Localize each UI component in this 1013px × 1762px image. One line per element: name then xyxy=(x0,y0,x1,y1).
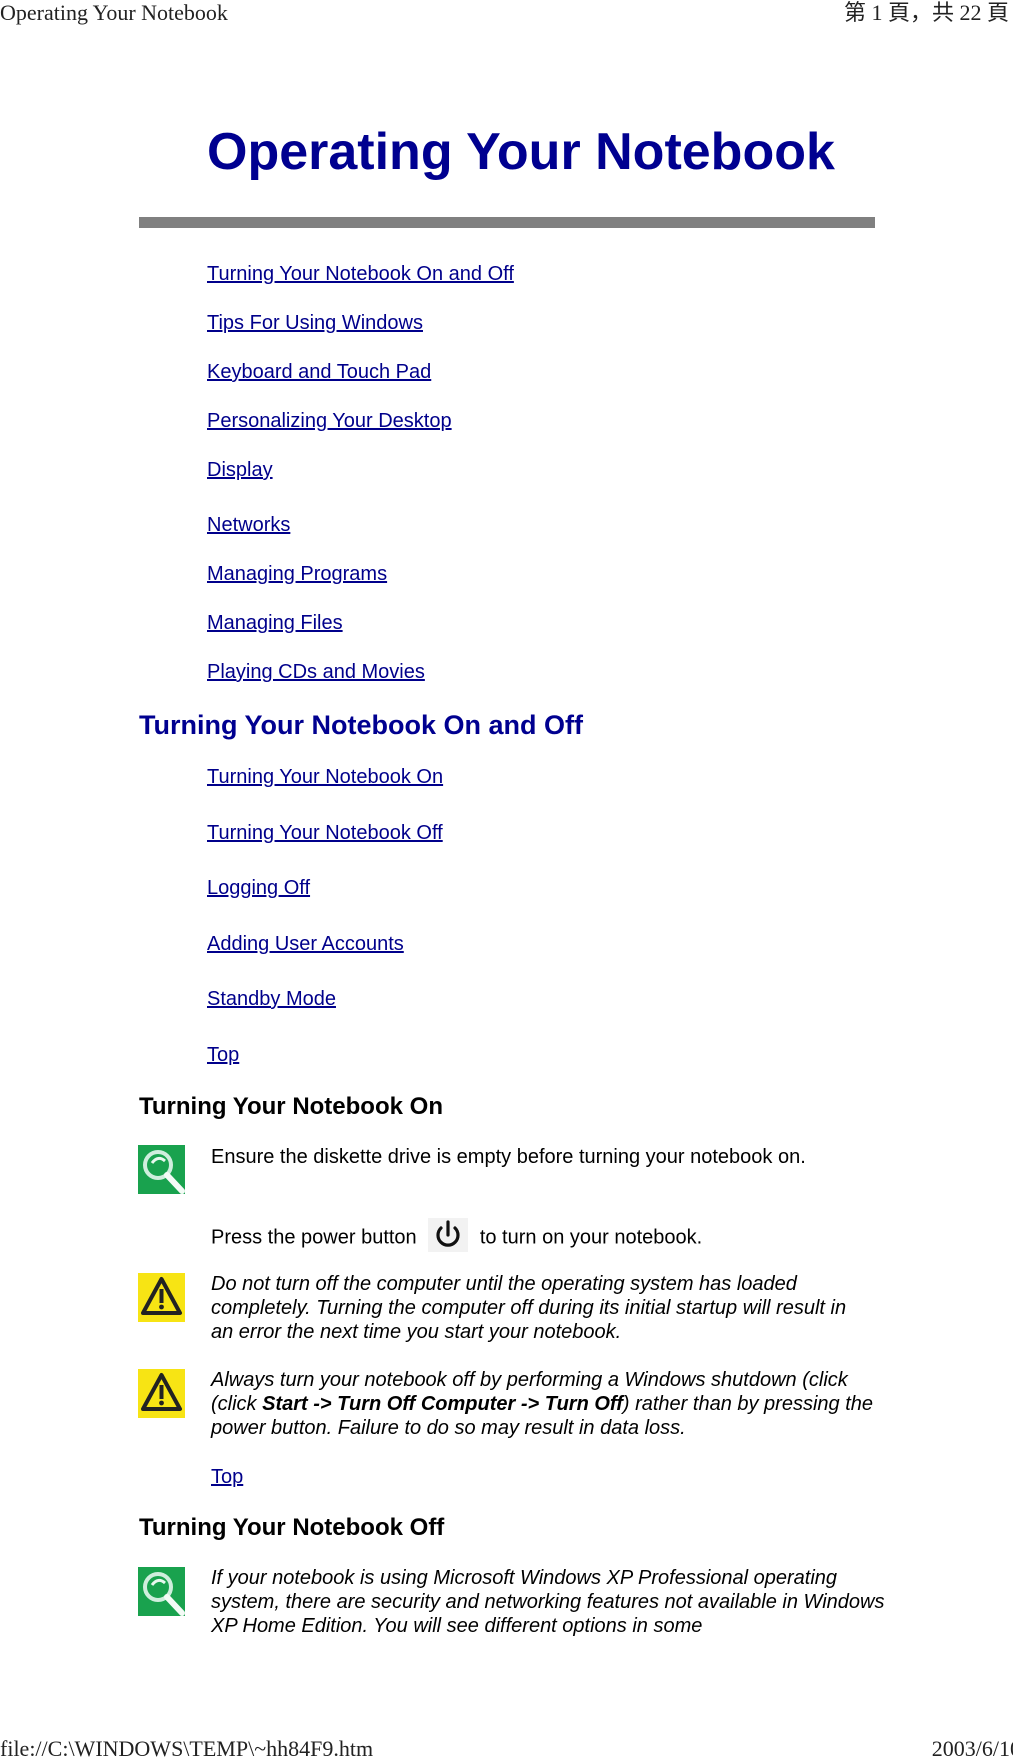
print-header-title: Operating Your Notebook xyxy=(0,0,228,25)
section-heading-turning-on: Turning Your Notebook On xyxy=(139,1093,443,1120)
power-text-before: Press the power button xyxy=(211,1226,417,1249)
print-footer-file-path: file://C:\WINDOWS\TEMP\~hh84F9.htm xyxy=(0,1736,374,1761)
page-title: Operating Your Notebook xyxy=(207,123,835,181)
toc-link-cds-movies[interactable]: Playing CDs and Movies xyxy=(207,660,425,684)
link-turning-off[interactable]: Turning Your Notebook Off xyxy=(207,821,443,845)
warning-icon xyxy=(138,1273,185,1322)
link-turning-on[interactable]: Turning Your Notebook On xyxy=(207,765,443,789)
warning-icon xyxy=(138,1369,185,1418)
toc-link-windows-tips[interactable]: Tips For Using Windows xyxy=(207,311,423,335)
warning-shutdown: Always turn your notebook off by perform… xyxy=(211,1368,881,1440)
toc-link-networks[interactable]: Networks xyxy=(207,513,290,537)
note-xp-professional: If your notebook is using Microsoft Wind… xyxy=(211,1567,885,1637)
section-heading-turning-off: Turning Your Notebook Off xyxy=(139,1514,445,1541)
toc-link-on-off[interactable]: Turning Your Notebook On and Off xyxy=(207,262,514,286)
magnifier-note-icon xyxy=(138,1145,185,1194)
toc-link-keyboard[interactable]: Keyboard and Touch Pad xyxy=(207,360,431,384)
print-header-page-indicator: 第 1 頁，共 22 頁 xyxy=(843,0,1009,25)
magnifier-note-icon xyxy=(138,1567,185,1616)
print-footer-date: 2003/6/10 xyxy=(931,1736,1013,1761)
section-heading-on-off: Turning Your Notebook On and Off xyxy=(139,710,583,740)
toc-link-desktop[interactable]: Personalizing Your Desktop xyxy=(207,409,452,433)
power-text-after: to turn on your notebook. xyxy=(479,1226,703,1249)
power-button-icon xyxy=(428,1218,469,1252)
toc-link-files[interactable]: Managing Files xyxy=(207,611,343,635)
title-divider xyxy=(139,217,875,228)
power-instruction: Press the power button to turn on your n… xyxy=(211,1218,881,1255)
link-adding-users[interactable]: Adding User Accounts xyxy=(207,932,404,956)
link-top[interactable]: Top xyxy=(207,1043,239,1067)
toc-link-programs[interactable]: Managing Programs xyxy=(207,562,387,586)
link-top-2[interactable]: Top xyxy=(211,1465,243,1489)
note-diskette: Ensure the diskette drive is empty befor… xyxy=(211,1146,806,1168)
link-logging-off[interactable]: Logging Off xyxy=(207,876,310,900)
link-standby[interactable]: Standby Mode xyxy=(207,987,336,1011)
warning-startup: Do not turn off the computer until the o… xyxy=(211,1273,847,1343)
toc-link-display[interactable]: Display xyxy=(207,458,273,482)
warning-shutdown-path: Start -> Turn Off Computer -> Turn Off xyxy=(262,1393,623,1415)
